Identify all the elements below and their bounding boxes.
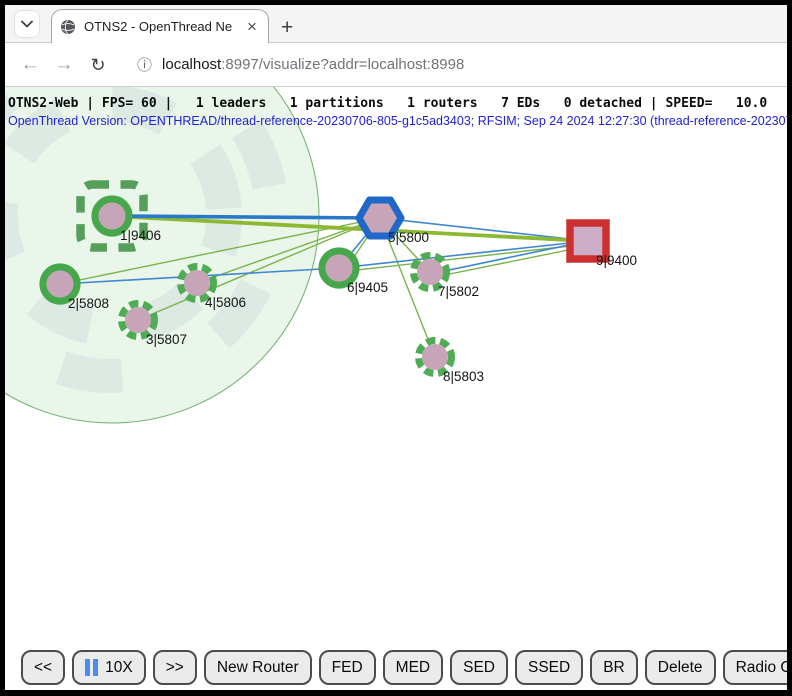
node-body — [125, 307, 151, 333]
button-sed[interactable]: SED — [450, 650, 508, 685]
new-tab-button[interactable]: + — [281, 17, 293, 38]
link-6-9 — [339, 241, 588, 268]
node-label: 3|5807 — [146, 332, 187, 347]
button-label: SSED — [528, 659, 570, 677]
openthread-version-line: OpenThread Version: OPENTHREAD/thread-re… — [8, 114, 787, 128]
tab-title: OTNS2 - OpenThread Ne — [84, 19, 236, 34]
button-label: SED — [463, 659, 495, 677]
tab-search-button[interactable] — [14, 10, 40, 38]
network-canvas[interactable]: 1|9406 2|5808 3|5807 4|5806 5|5800 6|9405 7|58… — [5, 87, 787, 689]
node-label: 7|5802 — [438, 284, 479, 299]
button-fed[interactable]: FED — [319, 650, 376, 685]
node-label: 4|5806 — [205, 295, 246, 310]
button-label: MED — [396, 659, 430, 677]
button-label: 10X — [105, 659, 133, 677]
button-blank[interactable]: >> — [153, 650, 197, 685]
node-9[interactable]: 9|9400 — [570, 223, 637, 268]
button-med[interactable]: MED — [383, 650, 443, 685]
reload-icon[interactable]: ↻ — [83, 56, 113, 74]
back-icon[interactable]: ← — [15, 55, 45, 74]
button-label: Delete — [658, 659, 703, 677]
tab-strip: OTNS2 - OpenThread Ne × + — [5, 5, 787, 43]
site-info-icon[interactable]: ⓘ — [137, 54, 152, 75]
button-label: BR — [603, 659, 625, 677]
pause-icon — [85, 659, 98, 676]
button-blank[interactable]: << — [21, 650, 65, 685]
node-body — [326, 255, 353, 282]
node-label: 9|9400 — [596, 253, 637, 268]
url-text: localhost:8997/visualize?addr=localhost:… — [162, 56, 464, 73]
node-body — [47, 271, 74, 298]
button-new-router[interactable]: New Router — [204, 650, 312, 685]
node-body — [417, 259, 443, 285]
node-6[interactable]: 6|9405 — [322, 251, 388, 295]
node-label: 6|9405 — [347, 280, 388, 295]
otns-page: 1|9406 2|5808 3|5807 4|5806 5|5800 6|9405 7|58… — [5, 87, 787, 690]
node-label: 5|5800 — [388, 230, 429, 245]
button-label: >> — [166, 659, 184, 677]
node-label: 1|9406 — [120, 228, 161, 243]
button-radio-off[interactable]: Radio Off — [723, 650, 787, 685]
button-label: << — [34, 659, 52, 677]
sim-controls-toolbar: << 10X >> New Router FED MED SED SSED BR Delete Ra… — [5, 650, 787, 685]
node-body — [99, 203, 126, 230]
node-8[interactable]: 8|5803 — [419, 341, 485, 385]
tab-close-icon[interactable]: × — [244, 18, 260, 35]
tab-otns2[interactable]: OTNS2 - OpenThread Ne × — [51, 9, 269, 43]
button-delete[interactable]: Delete — [645, 650, 716, 685]
button-label: Radio Off — [736, 659, 787, 677]
url-bar[interactable]: ⓘ localhost:8997/visualize?addr=localhos… — [125, 49, 777, 81]
link-7-9 — [430, 246, 588, 278]
link-7-9 — [430, 241, 588, 274]
simulation-status-bar: OTNS2-Web | FPS= 60 | 1 leaders 1 partit… — [8, 96, 767, 111]
node-body — [422, 344, 448, 370]
globe-favicon-icon — [60, 19, 76, 35]
chevron-down-icon — [21, 20, 33, 28]
node-7[interactable]: 7|5802 — [414, 256, 480, 300]
node-label: 2|5808 — [68, 296, 109, 311]
button-label: FED — [332, 659, 363, 677]
button-10x[interactable]: 10X — [72, 650, 146, 685]
link-1-5 — [112, 216, 380, 218]
browser-window: OTNS2 - OpenThread Ne × + ← → ↻ ⓘ localh… — [0, 0, 792, 696]
button-label: New Router — [217, 659, 299, 677]
browser-toolbar: ← → ↻ ⓘ localhost:8997/visualize?addr=lo… — [5, 43, 787, 87]
button-ssed[interactable]: SSED — [515, 650, 583, 685]
browser-chrome: OTNS2 - OpenThread Ne × + ← → ↻ ⓘ localh… — [5, 5, 787, 690]
url-path: :8997/visualize?addr=localhost:8998 — [221, 56, 464, 73]
url-host: localhost — [162, 56, 221, 73]
node-label: 8|5803 — [443, 369, 484, 384]
node-body — [184, 270, 210, 296]
button-br[interactable]: BR — [590, 650, 638, 685]
forward-icon[interactable]: → — [49, 55, 79, 74]
